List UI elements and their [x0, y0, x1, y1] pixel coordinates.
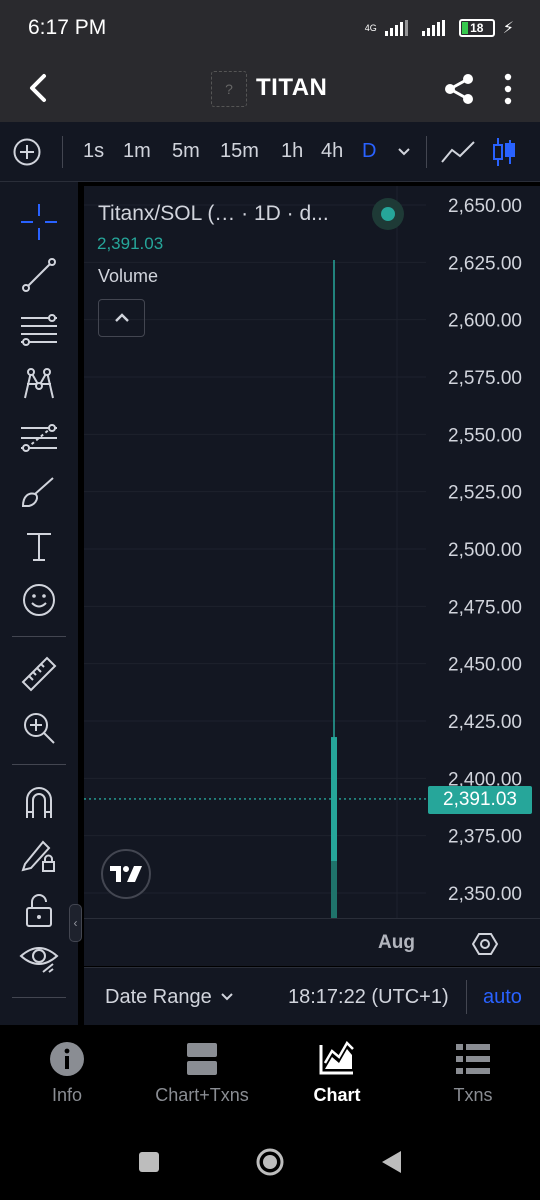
- fib-retracement-icon[interactable]: [19, 310, 59, 350]
- volume-bar: [331, 861, 337, 918]
- area-chart-icon: [319, 1041, 354, 1075]
- price-axis-label: 2,550.00: [448, 425, 522, 446]
- chart-footer: Date Range 18:17:22 (UTC+1) auto: [84, 967, 540, 1025]
- chevron-down-icon[interactable]: [220, 990, 234, 1004]
- timeframe-4h[interactable]: 4h: [321, 140, 343, 163]
- visibility-icon[interactable]: [19, 938, 59, 978]
- battery-level: 18: [470, 21, 484, 35]
- zoom-in-icon[interactable]: [19, 708, 59, 748]
- nav-item-chart-txns[interactable]: Chart+Txns: [137, 1041, 267, 1106]
- price-axis-label: 2,650.00: [448, 196, 522, 217]
- price-axis-label: 2,600.00: [448, 311, 522, 332]
- pattern-tool-icon[interactable]: [19, 364, 59, 404]
- timeframe-1m[interactable]: 1m: [123, 140, 151, 163]
- volume-legend[interactable]: Volume: [98, 266, 158, 287]
- legend-collapse-button[interactable]: [98, 299, 145, 337]
- system-navigation-bar: [0, 1125, 540, 1200]
- split-view-icon: [187, 1043, 217, 1075]
- text-tool-icon[interactable]: [19, 526, 59, 566]
- nav-item-info[interactable]: Info: [2, 1041, 132, 1106]
- status-icons: 4G 18 ⚡: [365, 18, 514, 38]
- line-chart-icon[interactable]: [440, 138, 476, 166]
- time-axis[interactable]: Aug: [84, 918, 540, 966]
- timeframe-1s[interactable]: 1s: [83, 140, 104, 163]
- info-icon: [50, 1042, 84, 1076]
- market-status-indicator[interactable]: [372, 198, 404, 230]
- share-icon[interactable]: [442, 72, 476, 106]
- timeframe-15m[interactable]: 15m: [220, 140, 259, 163]
- price-axis-label: 2,525.00: [448, 483, 522, 504]
- price-axis-label: 2,500.00: [448, 540, 522, 561]
- nav-label-chart-txns: Chart+Txns: [155, 1085, 249, 1105]
- toolbar-collapse-handle[interactable]: ‹: [69, 904, 82, 942]
- brush-icon[interactable]: [19, 472, 59, 512]
- status-bar: 6:17 PM 4G 18 ⚡: [0, 0, 540, 56]
- back-nav-icon[interactable]: [377, 1147, 407, 1177]
- drawing-toolbar: [0, 182, 78, 1025]
- app-header: ? TITAN: [0, 56, 540, 122]
- charging-icon: ⚡: [502, 20, 514, 37]
- timeframe-d[interactable]: D: [362, 140, 376, 163]
- price-axis-label: 2,450.00: [448, 655, 522, 676]
- battery-icon: 18: [458, 19, 495, 37]
- signal-strength-icon: [384, 20, 408, 36]
- tradingview-logo[interactable]: [101, 849, 151, 899]
- emoji-icon[interactable]: [19, 580, 59, 620]
- date-range-button[interactable]: Date Range: [105, 986, 212, 1009]
- symbol-legend[interactable]: Titanx/SOL (… · 1D · d...: [98, 202, 329, 226]
- network-type-label: 4G: [364, 22, 377, 33]
- nav-item-chart[interactable]: Chart: [272, 1041, 402, 1106]
- magnet-icon[interactable]: [19, 782, 59, 822]
- chart-settings-icon[interactable]: [472, 931, 498, 957]
- auto-scale-toggle[interactable]: auto: [483, 986, 522, 1009]
- tradingview-icon: [110, 866, 142, 882]
- timezone-clock[interactable]: 18:17:22 (UTC+1): [288, 986, 449, 1009]
- price-axis-label: 2,475.00: [448, 597, 522, 618]
- back-icon[interactable]: [22, 70, 58, 106]
- nav-label-chart: Chart: [313, 1085, 361, 1105]
- nav-label-txns: Txns: [453, 1085, 493, 1105]
- price-axis-label: 2,625.00: [448, 253, 522, 274]
- toolbar-divider: [12, 764, 66, 765]
- timeframe-1h[interactable]: 1h: [281, 140, 303, 163]
- chart-toolbar: 1s 1m 5m 15m 1h 4h D: [0, 122, 540, 182]
- more-options-icon[interactable]: [496, 72, 520, 106]
- price-axis-label: 2,575.00: [448, 368, 522, 389]
- last-price-marker: 2,391.03: [428, 786, 532, 814]
- toolbar-divider: [62, 136, 63, 168]
- chevron-up-icon: [114, 313, 129, 322]
- footer-divider: [466, 980, 467, 1014]
- ruler-icon[interactable]: [19, 654, 59, 694]
- list-icon: [456, 1044, 490, 1074]
- price-axis-label: 2,375.00: [448, 827, 522, 848]
- toolbar-divider: [12, 997, 66, 998]
- lock-drawings-icon[interactable]: [19, 834, 59, 874]
- chevron-down-icon[interactable]: [396, 144, 412, 160]
- legend-last-price: 2,391.03: [97, 234, 164, 253]
- candlestick-chart-icon[interactable]: [490, 136, 518, 168]
- token-logo-placeholder: ?: [211, 71, 247, 107]
- unlock-icon[interactable]: [19, 890, 59, 930]
- timeframe-5m[interactable]: 5m: [172, 140, 200, 163]
- time-axis-label: Aug: [378, 932, 415, 953]
- toolbar-divider: [426, 136, 427, 168]
- page-title: TITAN: [256, 74, 328, 101]
- nav-label-info: Info: [51, 1085, 83, 1105]
- trend-line-icon[interactable]: [19, 255, 59, 295]
- nav-item-txns[interactable]: Txns: [408, 1041, 538, 1106]
- price-axis-label: 2,350.00: [448, 884, 522, 905]
- price-axis-label: 2,425.00: [448, 712, 522, 733]
- forecasting-tool-icon[interactable]: [19, 418, 59, 458]
- recent-apps-icon[interactable]: [134, 1147, 164, 1177]
- crosshair-icon[interactable]: [19, 202, 59, 242]
- signal-strength-icon-2: [421, 20, 445, 36]
- bottom-navigation: Info Chart+Txns Chart Txns: [0, 1025, 540, 1125]
- home-icon[interactable]: [255, 1147, 285, 1177]
- status-time: 6:17 PM: [28, 16, 107, 39]
- add-indicator-icon[interactable]: [12, 137, 42, 167]
- toolbar-divider: [12, 636, 66, 637]
